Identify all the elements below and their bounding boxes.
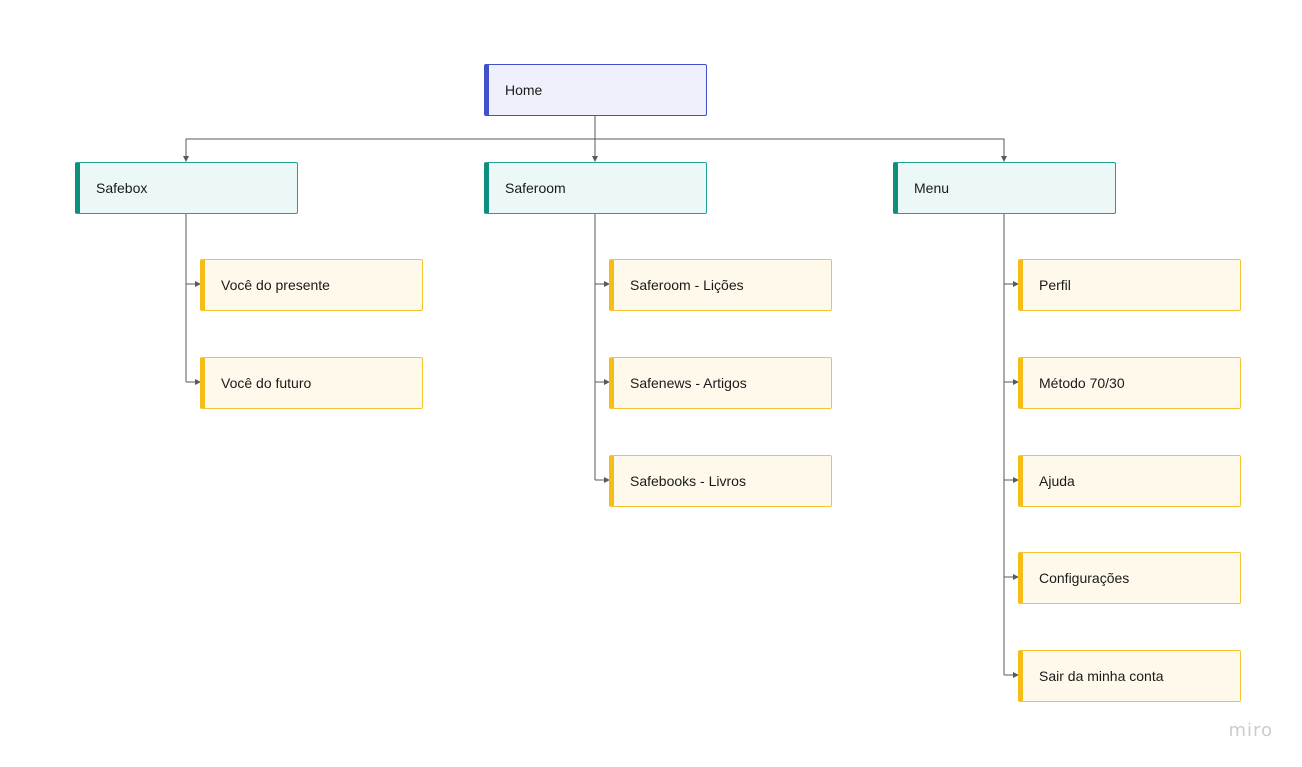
node-safebooks-livros[interactable]: Safebooks - Livros (609, 455, 832, 507)
diagram-canvas: Home Safebox Saferoom Menu Você do prese… (0, 0, 1302, 767)
connector-root-to-menu (595, 138, 1007, 162)
saferoom-connectors (594, 214, 610, 483)
menu-connectors (1003, 214, 1019, 678)
root-connectors (183, 116, 1007, 162)
node-label: Perfil (1039, 277, 1071, 293)
node-menu[interactable]: Menu (893, 162, 1116, 214)
node-label: Método 70/30 (1039, 375, 1125, 391)
node-label: Home (505, 82, 543, 98)
node-label: Sair da minha conta (1039, 668, 1164, 684)
node-label: Ajuda (1039, 473, 1075, 489)
node-label: Safebox (96, 180, 148, 196)
node-saferoom-licoes[interactable]: Saferoom - Lições (609, 259, 832, 311)
node-saferoom[interactable]: Saferoom (484, 162, 707, 214)
node-voce-do-futuro[interactable]: Você do futuro (200, 357, 423, 409)
safebox-connectors (185, 214, 201, 385)
node-label: Safenews - Artigos (630, 375, 747, 391)
node-label: Você do presente (221, 277, 330, 293)
node-metodo-70-30[interactable]: Método 70/30 (1018, 357, 1241, 409)
node-label: Saferoom (505, 180, 566, 196)
node-label: Saferoom - Lições (630, 277, 744, 293)
node-label: Safebooks - Livros (630, 473, 746, 489)
node-label: Configurações (1039, 570, 1130, 586)
node-voce-do-presente[interactable]: Você do presente (200, 259, 423, 311)
miro-watermark: miro (1228, 720, 1273, 741)
node-perfil[interactable]: Perfil (1018, 259, 1241, 311)
node-label: Menu (914, 180, 950, 196)
node-configuracoes[interactable]: Configurações (1018, 552, 1241, 604)
node-ajuda[interactable]: Ajuda (1018, 455, 1241, 507)
node-home[interactable]: Home (484, 64, 707, 116)
connector-root-to-safebox (183, 116, 596, 162)
node-safebox[interactable]: Safebox (75, 162, 298, 214)
node-safenews-artigos[interactable]: Safenews - Artigos (609, 357, 832, 409)
node-label: Você do futuro (221, 375, 312, 391)
node-sair-da-minha-conta[interactable]: Sair da minha conta (1018, 650, 1241, 702)
